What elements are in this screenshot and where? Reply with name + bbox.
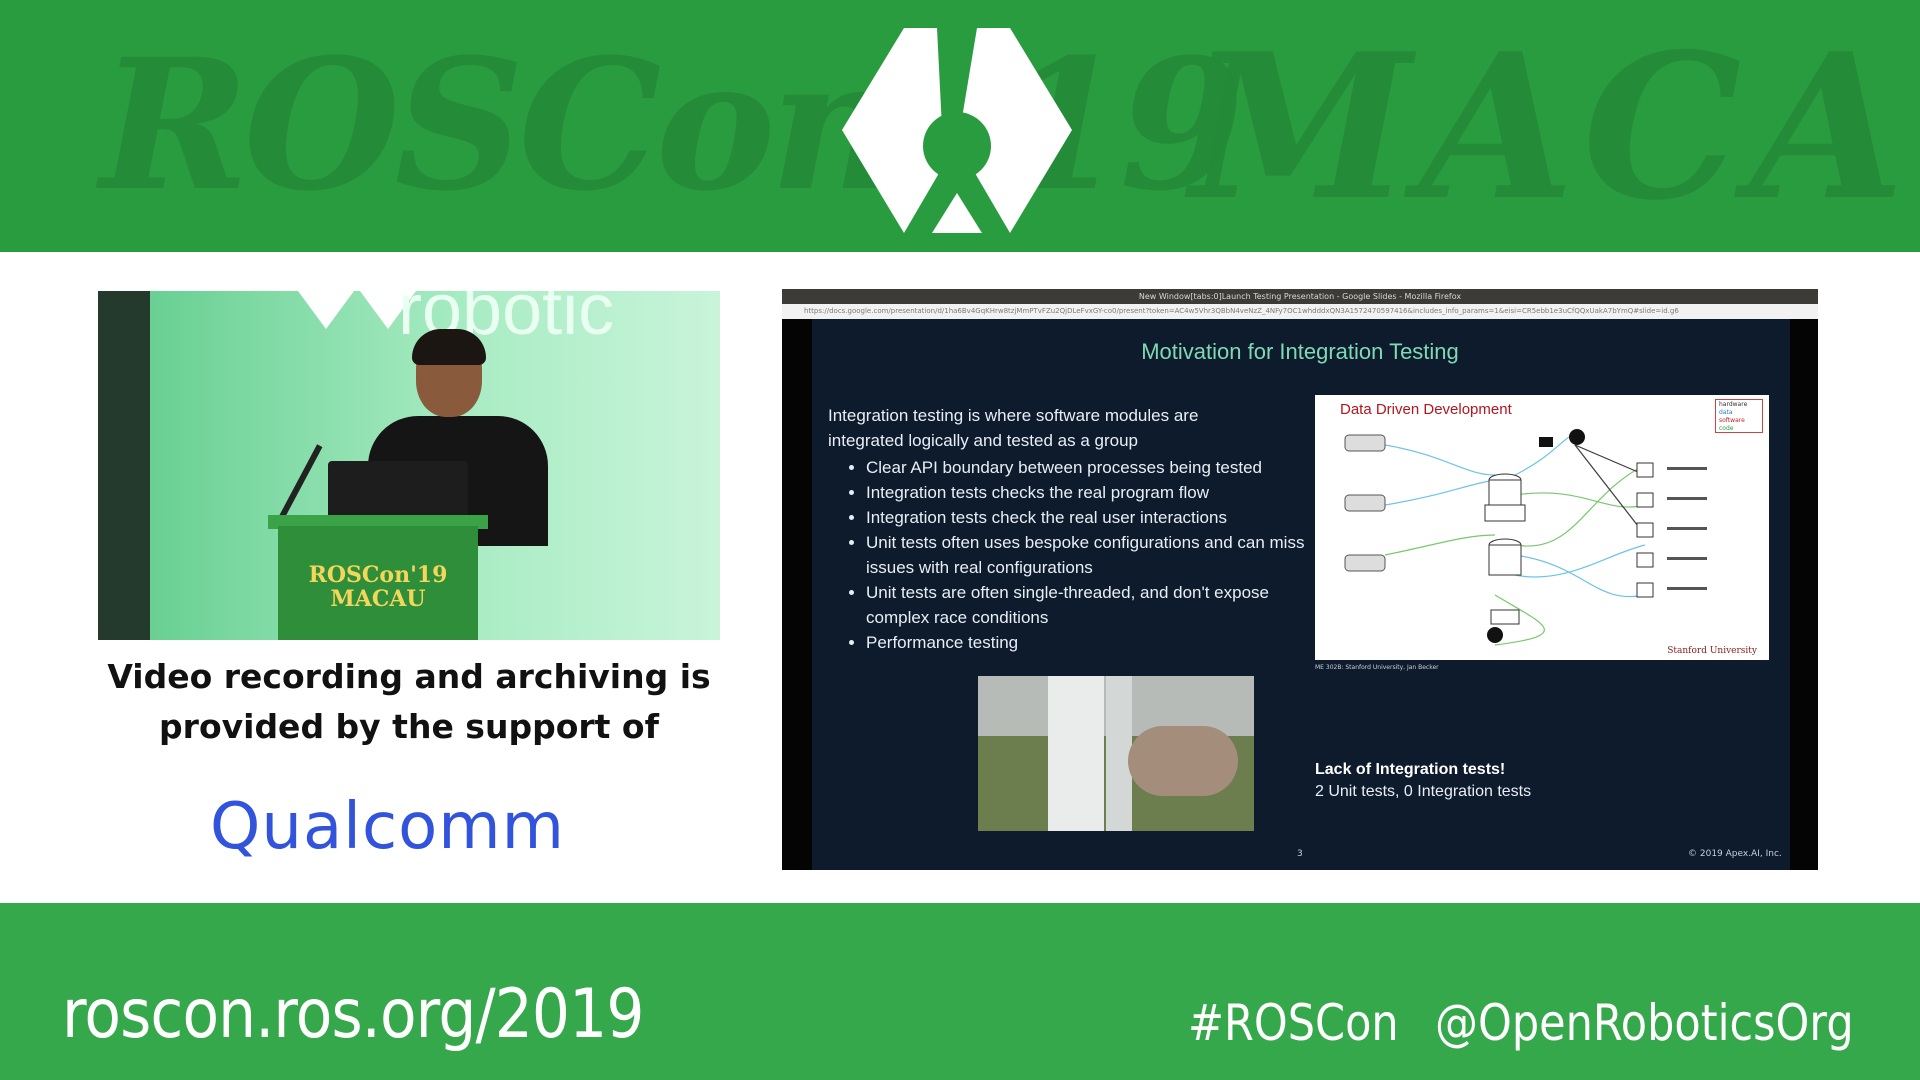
slide-margin-right: [1790, 319, 1818, 870]
top-banner: ROSCon '19 MACAU: [0, 0, 1920, 252]
window-title: New Window[tabs:0]Launch Testing Present…: [782, 289, 1818, 304]
ros-logo-icon: [842, 28, 1072, 233]
address-bar[interactable]: https://docs.google.com/presentation/d/1…: [782, 304, 1818, 319]
door-handle-photo: [978, 676, 1254, 831]
event-url: roscon.ros.org/2019: [62, 975, 644, 1054]
speaker-video: robotic ROSCon'19 MACAU: [98, 291, 720, 640]
photo-hand: [1128, 726, 1238, 796]
bullet-item: Clear API boundary between processes bei…: [866, 455, 1326, 480]
video-curtain: [98, 291, 150, 640]
diagram-caption: ME 302B: Stanford University, Jan Becker: [1315, 664, 1439, 671]
slide-margin-left: [782, 319, 812, 870]
photo-window-frame: [1048, 676, 1104, 831]
event-handle: @OpenRoboticsOrg: [1435, 994, 1854, 1052]
lack-subtitle: 2 Unit tests, 0 Integration tests: [1315, 783, 1532, 800]
slide-copyright: © 2019 Apex.AI, Inc.: [1688, 849, 1782, 859]
slide-bullets: Clear API boundary between processes bei…: [846, 455, 1326, 655]
podium-sign: ROSCon'19 MACAU: [308, 562, 448, 612]
slide-intro: Integration testing is where software mo…: [828, 406, 1199, 450]
sponsor-line-2: provided by the support of: [159, 707, 659, 746]
sponsor-line-1: Video recording and archiving is: [107, 657, 711, 696]
bullet-item: Performance testing: [866, 630, 1326, 655]
speaker-hair: [412, 329, 486, 365]
banner-bg-location: MACAU: [1190, 10, 1920, 245]
sponsor-message: Video recording and archiving is provide…: [98, 652, 720, 752]
bullet-item: Integration tests checks the real progra…: [866, 480, 1326, 505]
diagram-credit: Stanford University: [1667, 646, 1757, 656]
slide-page-number: 3: [1297, 849, 1303, 859]
bullet-item: Integration tests check the real user in…: [866, 505, 1326, 530]
lack-title: Lack of Integration tests!: [1315, 761, 1506, 778]
bullet-item: Unit tests are often single-threaded, an…: [866, 580, 1326, 630]
slide: Motivation for Integration Testing Integ…: [782, 319, 1818, 870]
diagram-flow-graphic: [1344, 429, 1707, 646]
data-driven-diagram: Data Driven Development hardware data so…: [1315, 395, 1769, 660]
laptop: [328, 461, 468, 523]
backdrop-triangle: [298, 291, 354, 329]
bullet-item: Unit tests often uses bespoke configurat…: [866, 530, 1326, 580]
qualcomm-logo: Qualcomm: [210, 790, 565, 864]
browser-window: New Window[tabs:0]Launch Testing Present…: [782, 289, 1818, 870]
slide-title: Motivation for Integration Testing: [1141, 339, 1459, 364]
event-hashtag: #ROSCon: [1188, 994, 1399, 1052]
